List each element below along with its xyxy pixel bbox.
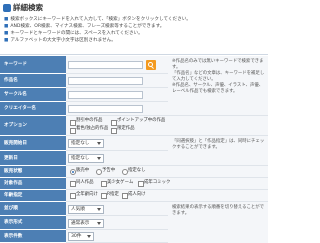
option-label: 着色/独占的作品 <box>76 126 109 131</box>
chevron-down-icon <box>87 235 91 238</box>
row-update-date: 指定なし <box>66 151 168 166</box>
row-sales-status: 販売中 予告中 指定なし <box>66 166 268 178</box>
option-label: 割引中の作品 <box>76 118 103 123</box>
row-circle-name <box>66 88 168 102</box>
chevron-down-icon <box>97 208 101 211</box>
note-item: ■ AND検索、OR検索、マイナス検索、フレーズ検索等することができます。 <box>4 24 165 29</box>
label-work-name: 作品名 <box>0 74 66 88</box>
row-count: 30件 <box>66 230 168 243</box>
radio-label: 指定なし <box>128 168 146 173</box>
note-item: ■ アルファベットの大文字小文字は区別されません。 <box>4 38 116 43</box>
label-view: 表示形式 <box>0 216 66 230</box>
label-update-date: 更新日 <box>0 151 66 166</box>
release-date-select[interactable]: 指定なし <box>68 139 104 148</box>
label-age: 年齢指定 <box>0 190 66 202</box>
update-date-select[interactable]: 指定なし <box>68 154 104 163</box>
divider <box>0 54 268 55</box>
note-item: ■ 検索ボックスにキーワードを入れて入力して、「検索」ボタンをクリックしてください… <box>4 17 191 22</box>
view-select[interactable]: 通常表示 <box>68 219 104 228</box>
chevron-down-icon <box>97 222 101 225</box>
radio-label: 予告中 <box>102 168 116 173</box>
date-help-text: 「同選択肢」と「作品指定」は、同時にチェックすることができます。 <box>172 139 265 150</box>
checkbox-label: 全年齢向け <box>76 192 98 197</box>
bullet-icon: ■ <box>4 17 9 22</box>
row-view: 通常表示 <box>66 216 168 230</box>
row-options: 割引中の作品 ポイントアップ中の作品 着色/独占的作品 限定作品 <box>66 116 268 136</box>
title-square-icon <box>3 4 11 12</box>
keyword-input[interactable] <box>68 61 143 69</box>
row-sort: 人気順 <box>66 202 168 216</box>
row-release-date: 指定なし <box>66 136 168 151</box>
label-creator-name: クリエイター名 <box>0 102 66 116</box>
chevron-down-icon <box>97 142 101 145</box>
label-count: 表示件数 <box>0 230 66 243</box>
note-item: ■ キーワードとキーワードの間には、スペースを入れてください。 <box>4 31 143 36</box>
checkbox-label: 成人向け <box>128 192 146 197</box>
keyword-help-text: ※作品名のみでは無いキーワードで検索できます。 「作品名」などの文章は、キーワー… <box>172 59 265 94</box>
row-age: 全年齢向け R指定 成人向け <box>66 190 268 202</box>
bullet-icon: ■ <box>4 38 9 43</box>
circle-name-input[interactable] <box>68 91 143 99</box>
checkbox-label: 成年コミック <box>144 180 171 185</box>
checkbox-label: 美少女ゲーム <box>107 180 134 185</box>
keyword-help-panel: ※作品名のみでは無いキーワードで検索できます。 「作品名」などの文章は、キーワー… <box>168 56 268 116</box>
label-circle-name: サークル名 <box>0 88 66 102</box>
sort-help-panel: 検索結果の表示する順番を切り替えることができます。 <box>168 202 268 243</box>
bullet-icon: ■ <box>4 31 9 36</box>
label-target: 対象作品 <box>0 178 66 190</box>
count-select[interactable]: 30件 <box>68 232 94 241</box>
creator-name-input[interactable] <box>68 105 143 113</box>
radio-label: 販売中 <box>76 168 90 173</box>
search-button[interactable] <box>146 60 156 70</box>
section-title-bar: 詳細検索 <box>0 0 268 16</box>
checkbox-label: R指定 <box>107 192 119 197</box>
search-form-table: キーワード 作品名 サークル名 クリエイター名 ※作品名のみでは無いキーワードで… <box>0 56 268 243</box>
label-keyword: キーワード <box>0 56 66 74</box>
chevron-down-icon <box>97 157 101 160</box>
label-sort: 並び順 <box>0 202 66 216</box>
option-label: ポイントアップ中の作品 <box>117 118 166 123</box>
work-name-input[interactable] <box>68 77 143 85</box>
label-release-date: 販売開始日 <box>0 136 66 151</box>
row-target: 同人作品 美少女ゲーム 成年コミック <box>66 178 268 190</box>
row-creator-name <box>66 102 168 116</box>
date-help-panel: 「同選択肢」と「作品指定」は、同時にチェックすることができます。 <box>168 136 268 166</box>
option-label: 限定作品 <box>117 126 135 131</box>
label-options: オプション <box>0 116 66 136</box>
sort-select[interactable]: 人気順 <box>68 205 104 214</box>
label-sales-status: 販売状態 <box>0 166 66 178</box>
row-work-name <box>66 74 168 88</box>
page-title: 詳細検索 <box>13 3 43 12</box>
checkbox-label: 同人作品 <box>76 180 94 185</box>
bullet-icon: ■ <box>4 24 9 29</box>
sort-help-text: 検索結果の表示する順番を切り替えることができます。 <box>172 205 265 216</box>
